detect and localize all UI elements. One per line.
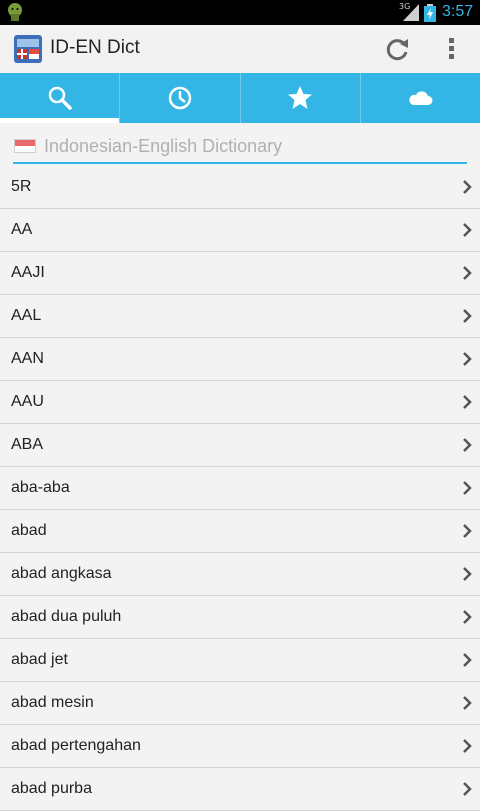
chevron-right-icon xyxy=(463,610,472,624)
tab-cloud[interactable] xyxy=(361,73,480,123)
android-notification-icon xyxy=(8,3,22,21)
list-item[interactable]: abad pertengahan xyxy=(0,725,480,768)
list-item[interactable]: aba-aba xyxy=(0,467,480,510)
chevron-right-icon xyxy=(463,782,472,796)
word-label: AAL xyxy=(11,307,42,324)
chevron-right-icon xyxy=(463,481,472,495)
word-label: AA xyxy=(11,221,33,238)
word-label: abad purba xyxy=(11,780,92,797)
list-item[interactable]: AAJI xyxy=(0,252,480,295)
list-item[interactable]: AAL xyxy=(0,295,480,338)
word-label: abad jet xyxy=(11,651,68,668)
status-clock: 3:57 xyxy=(442,3,474,20)
word-list: 5R AA AAJI AAL AAN AAU ABA aba-aba abad … xyxy=(0,166,480,811)
list-item[interactable]: abad xyxy=(0,510,480,553)
list-item[interactable]: AA xyxy=(0,209,480,252)
search-icon xyxy=(48,86,72,110)
chevron-right-icon xyxy=(463,696,472,710)
list-item[interactable]: abad jet xyxy=(0,639,480,682)
clock-icon xyxy=(168,86,192,110)
list-item[interactable]: AAN xyxy=(0,338,480,381)
search-bar xyxy=(13,133,467,164)
word-label: abad mesin xyxy=(11,694,94,711)
list-item[interactable]: abad dua puluh xyxy=(0,596,480,639)
status-bar: 3G 3:57 xyxy=(0,0,480,25)
word-label: AAJI xyxy=(11,264,45,281)
search-input[interactable] xyxy=(44,133,464,160)
chevron-right-icon xyxy=(463,309,472,323)
word-label: AAN xyxy=(11,350,44,367)
list-item[interactable]: abad purba xyxy=(0,768,480,811)
chevron-right-icon xyxy=(463,266,472,280)
app-dictionary-icon xyxy=(14,35,42,63)
chevron-right-icon xyxy=(463,395,472,409)
list-item[interactable]: AAU xyxy=(0,381,480,424)
word-label: abad pertengahan xyxy=(11,737,141,754)
refresh-icon[interactable] xyxy=(383,35,411,63)
chevron-right-icon xyxy=(463,223,472,237)
overflow-menu-icon[interactable] xyxy=(438,35,466,63)
tab-search[interactable] xyxy=(0,73,121,123)
star-icon xyxy=(288,86,313,109)
action-bar: ID-EN Dict xyxy=(0,25,480,73)
cloud-icon xyxy=(409,91,433,105)
chevron-right-icon xyxy=(463,438,472,452)
word-label: AAU xyxy=(11,393,44,410)
app-title: ID-EN Dict xyxy=(50,37,140,58)
word-label: abad xyxy=(11,522,47,539)
word-label: aba-aba xyxy=(11,479,70,496)
chevron-right-icon xyxy=(463,567,472,581)
list-item[interactable]: abad angkasa xyxy=(0,553,480,596)
word-label: abad angkasa xyxy=(11,565,112,582)
chevron-right-icon xyxy=(463,653,472,667)
list-item[interactable]: 5R xyxy=(0,166,480,209)
word-label: ABA xyxy=(11,436,44,453)
tab-bar xyxy=(0,73,480,123)
tab-history[interactable] xyxy=(120,73,241,123)
signal-icon xyxy=(403,4,419,21)
battery-icon xyxy=(424,4,436,22)
chevron-right-icon xyxy=(463,739,472,753)
indonesia-flag-icon xyxy=(14,139,36,153)
chevron-right-icon xyxy=(463,180,472,194)
word-label: abad dua puluh xyxy=(11,608,122,625)
list-item[interactable]: ABA xyxy=(0,424,480,467)
word-label: 5R xyxy=(11,178,32,195)
chevron-right-icon xyxy=(463,524,472,538)
list-item[interactable]: abad mesin xyxy=(0,682,480,725)
chevron-right-icon xyxy=(463,352,472,366)
tab-favorites[interactable] xyxy=(241,73,361,123)
